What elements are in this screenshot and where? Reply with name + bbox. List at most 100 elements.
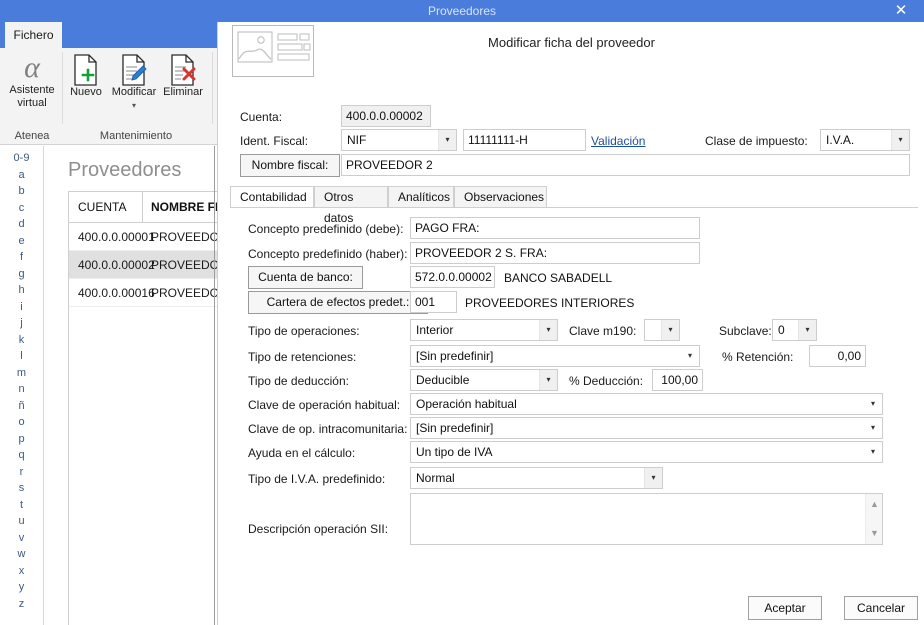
tipo-iva-select[interactable]: Normal ▾: [410, 467, 663, 489]
textarea-scrollbar[interactable]: ▲ ▼: [865, 494, 882, 544]
subclave-select[interactable]: 0 ▾: [772, 319, 817, 341]
proveedores-list-pane: Proveedores CUENTA NOMBRE FI 400.0.0.000…: [45, 146, 217, 625]
tab-observaciones[interactable]: Observaciones: [454, 186, 547, 208]
chevron-down-icon[interactable]: ▾: [661, 320, 679, 340]
alpha-index-item-x[interactable]: x: [0, 563, 43, 580]
chevron-down-icon[interactable]: ▾: [644, 468, 662, 488]
nombre-fiscal-button[interactable]: Nombre fiscal:: [240, 154, 340, 177]
clave-op-habitual-value: Operación habitual: [416, 397, 517, 411]
ribbon-body: α Asistente virtual Atenea Nuevo Modific…: [0, 48, 218, 145]
title-bar: Proveedores ✕: [0, 0, 924, 22]
label-retencion: % Retención:: [722, 350, 793, 364]
label-descripcion-sii: Descripción operación SII:: [248, 522, 388, 536]
asistente-virtual-label-line2: virtual: [6, 97, 58, 110]
alpha-index-item-j[interactable]: j: [0, 315, 43, 332]
ayuda-calculo-select[interactable]: Un tipo de IVA ▾: [410, 441, 883, 463]
alpha-index-item-k[interactable]: k: [0, 332, 43, 349]
clave-op-intracomunitaria-value: [Sin predefinir]: [416, 421, 493, 435]
column-header-nombre-fiscal[interactable]: NOMBRE FI: [142, 192, 218, 222]
aceptar-button[interactable]: Aceptar: [748, 596, 822, 620]
deduccion-field[interactable]: 100,00: [652, 369, 703, 391]
close-icon[interactable]: ✕: [878, 0, 924, 22]
cartera-efectos-field[interactable]: 001: [410, 291, 457, 313]
cancelar-button[interactable]: Cancelar: [844, 596, 918, 620]
alpha-index-item-c[interactable]: c: [0, 200, 43, 217]
chevron-down-icon[interactable]: ▾: [864, 442, 882, 462]
alpha-index-item-i[interactable]: i: [0, 299, 43, 316]
chevron-down-icon[interactable]: ▾: [438, 130, 456, 150]
nuevo-button[interactable]: Nuevo: [66, 54, 106, 99]
scroll-down-icon[interactable]: ▼: [866, 525, 883, 542]
scroll-up-icon[interactable]: ▲: [866, 496, 883, 513]
concepto-debe-field[interactable]: PAGO FRA:: [410, 217, 700, 239]
alpha-index-item-f[interactable]: f: [0, 249, 43, 266]
asistente-virtual-button[interactable]: α Asistente virtual: [6, 52, 58, 110]
cuenta-banco-button[interactable]: Cuenta de banco:: [248, 266, 363, 289]
cartera-efectos-button[interactable]: Cartera de efectos predet.:: [248, 291, 428, 314]
dialog-tabs: ContabilidadOtros datosAnalíticosObserva…: [230, 186, 918, 208]
label-clave-m190: Clave m190:: [569, 324, 636, 338]
tab-contabilidad[interactable]: Contabilidad: [230, 186, 314, 208]
descripcion-sii-textarea[interactable]: ▲ ▼: [410, 493, 883, 545]
alpha-index-item-m[interactable]: m: [0, 365, 43, 382]
alpha-index-item-e[interactable]: e: [0, 233, 43, 250]
validacion-link[interactable]: Validación: [591, 134, 645, 148]
alpha-index-item-h[interactable]: h: [0, 282, 43, 299]
tab-otros-datos[interactable]: Otros datos: [314, 186, 388, 208]
alpha-index-item-w[interactable]: w: [0, 546, 43, 563]
alpha-index-item-y[interactable]: y: [0, 579, 43, 596]
chevron-down-icon[interactable]: ▾: [864, 394, 882, 414]
chevron-down-icon[interactable]: ▾: [539, 370, 557, 390]
chevron-down-icon[interactable]: ▾: [864, 418, 882, 438]
alpha-index-item-b[interactable]: b: [0, 183, 43, 200]
chevron-down-icon[interactable]: ▾: [798, 320, 816, 340]
tipo-retenciones-select[interactable]: [Sin predefinir] ▾: [410, 345, 700, 367]
alpha-index-item-z[interactable]: z: [0, 596, 43, 613]
modificar-button[interactable]: Modificar ▾: [110, 54, 158, 112]
alpha-index-item-o[interactable]: o: [0, 414, 43, 431]
ident-fiscal-type-select[interactable]: NIF ▾: [341, 129, 457, 151]
alpha-index-item-a[interactable]: a: [0, 167, 43, 184]
chevron-down-icon[interactable]: ▾: [539, 320, 557, 340]
label-tipo-operaciones: Tipo de operaciones:: [248, 324, 360, 338]
clase-impuesto-select[interactable]: I.V.A. ▾: [820, 129, 910, 151]
alpha-index-item-r[interactable]: r: [0, 464, 43, 481]
ayuda-calculo-value: Un tipo de IVA: [416, 445, 493, 459]
concepto-haber-field[interactable]: PROVEEDOR 2 S. FRA:: [410, 242, 700, 264]
ident-fiscal-type-value: NIF: [347, 133, 366, 147]
alpha-index-item-0-9[interactable]: 0-9: [0, 150, 43, 167]
tab-fichero[interactable]: Fichero: [5, 22, 62, 48]
retencion-field[interactable]: 0,00: [809, 345, 866, 367]
window-title: Proveedores: [0, 0, 924, 22]
dialog-title: Modificar ficha del proveedor: [218, 35, 924, 50]
clave-op-habitual-select[interactable]: Operación habitual ▾: [410, 393, 883, 415]
alpha-index-item-ñ[interactable]: ñ: [0, 398, 43, 415]
tipo-operaciones-select[interactable]: Interior ▾: [410, 319, 558, 341]
alpha-index-item-v[interactable]: v: [0, 530, 43, 547]
chevron-down-icon[interactable]: ▾: [681, 346, 699, 366]
alpha-index-item-n[interactable]: n: [0, 381, 43, 398]
cell-cuenta: 400.0.0.00016: [78, 279, 155, 307]
label-subclave: Subclave:: [719, 324, 772, 338]
alpha-index-item-l[interactable]: l: [0, 348, 43, 365]
ident-fiscal-value-field[interactable]: 11111111-H: [463, 129, 586, 151]
tab-analíticos[interactable]: Analíticos: [388, 186, 454, 208]
alpha-index-item-s[interactable]: s: [0, 480, 43, 497]
chevron-down-icon[interactable]: ▾: [110, 99, 158, 112]
clave-m190-select[interactable]: ▾: [644, 319, 680, 341]
alpha-index-item-d[interactable]: d: [0, 216, 43, 233]
column-header-cuenta[interactable]: CUENTA: [69, 192, 126, 222]
nombre-fiscal-field[interactable]: PROVEEDOR 2: [341, 154, 910, 176]
new-document-icon: [73, 54, 99, 86]
tipo-deduccion-select[interactable]: Deducible ▾: [410, 369, 558, 391]
alpha-index-item-t[interactable]: t: [0, 497, 43, 514]
alpha-index-item-g[interactable]: g: [0, 266, 43, 283]
eliminar-button[interactable]: Eliminar: [160, 54, 206, 99]
cuenta-banco-field[interactable]: 572.0.0.00002: [410, 266, 495, 288]
alpha-index-item-q[interactable]: q: [0, 447, 43, 464]
clave-op-intracomunitaria-select[interactable]: [Sin predefinir] ▾: [410, 417, 883, 439]
chevron-down-icon[interactable]: ▾: [891, 130, 909, 150]
alpha-index-item-u[interactable]: u: [0, 513, 43, 530]
alpha-index-item-p[interactable]: p: [0, 431, 43, 448]
cuenta-field[interactable]: 400.0.0.00002: [341, 105, 431, 127]
